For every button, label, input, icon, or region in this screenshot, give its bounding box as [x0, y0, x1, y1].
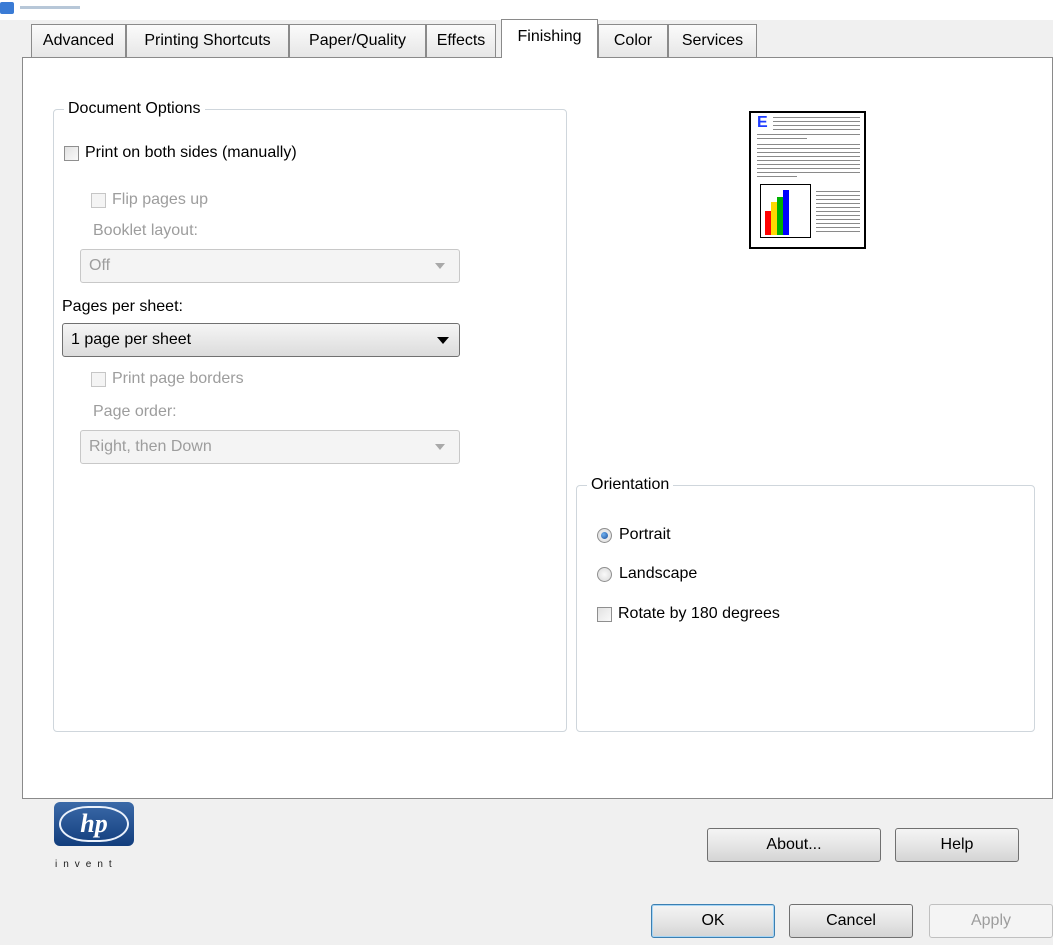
tab-advanced[interactable]: Advanced [31, 24, 126, 57]
preview-chart [760, 184, 811, 238]
flip-pages-up-label: Flip pages up [112, 191, 209, 208]
document-options-title: Document Options [64, 99, 205, 119]
title-text-fragment [20, 6, 80, 9]
pages-per-sheet-dropdown[interactable]: 1 page per sheet [62, 323, 460, 357]
tab-finishing[interactable]: Finishing [501, 19, 598, 58]
landscape-radio[interactable]: Landscape [597, 564, 697, 584]
preview-bar-blue [783, 190, 789, 235]
pages-per-sheet-value: 1 page per sheet [71, 331, 192, 348]
tab-effects[interactable]: Effects [426, 24, 496, 57]
print-page-borders-label: Print page borders [112, 370, 244, 387]
landscape-label: Landscape [619, 565, 698, 582]
landscape-radio-button[interactable] [597, 566, 612, 582]
print-page-borders-checkbox[interactable]: Print page borders [91, 369, 244, 389]
title-bar [0, 0, 1053, 20]
print-page-borders-box[interactable] [91, 371, 106, 387]
document-preview-image: E [749, 111, 866, 249]
chevron-down-icon [437, 337, 449, 344]
finishing-tab-panel: Document Options Print on both sides (ma… [22, 57, 1053, 870]
print-both-sides-label: Print on both sides (manually) [85, 144, 297, 161]
rotate-180-label: Rotate by 180 degrees [618, 605, 780, 622]
print-both-sides-box[interactable] [64, 145, 79, 161]
portrait-radio[interactable]: Portrait [597, 525, 671, 545]
apply-button[interactable]: Apply [929, 904, 1053, 938]
print-both-sides-checkbox[interactable]: Print on both sides (manually) [64, 143, 297, 163]
preview-letter: E [757, 114, 768, 131]
page-order-value: Right, then Down [89, 438, 212, 455]
hp-logo-text: hp [80, 809, 108, 838]
tab-color[interactable]: Color [598, 24, 668, 57]
tab-services[interactable]: Services [668, 24, 757, 57]
booklet-layout-label: Booklet layout: [93, 222, 198, 239]
orientation-title: Orientation [587, 475, 674, 495]
portrait-radio-button[interactable] [597, 527, 612, 543]
ok-button[interactable]: OK [651, 904, 775, 938]
flip-pages-up-checkbox[interactable]: Flip pages up [91, 190, 208, 210]
pages-per-sheet-label: Pages per sheet: [62, 298, 183, 315]
portrait-label: Portrait [619, 526, 671, 543]
flip-pages-up-box[interactable] [91, 192, 106, 208]
chevron-down-icon [435, 263, 445, 269]
rotate-180-checkbox[interactable]: Rotate by 180 degrees [597, 604, 780, 624]
booklet-layout-value: Off [89, 257, 111, 274]
tab-printing-shortcuts[interactable]: Printing Shortcuts [126, 24, 289, 57]
rotate-180-box[interactable] [597, 606, 612, 622]
hp-invent-tagline: invent [55, 859, 118, 870]
page-order-label: Page order: [93, 403, 177, 420]
chevron-down-icon [435, 444, 445, 450]
tab-paper-quality[interactable]: Paper/Quality [289, 24, 426, 57]
about-button[interactable]: About... [707, 828, 881, 862]
booklet-layout-dropdown[interactable]: Off [80, 249, 460, 283]
printer-app-icon [0, 2, 14, 14]
hp-logo: hp invent [54, 802, 134, 882]
help-button[interactable]: Help [895, 828, 1019, 862]
page-order-dropdown[interactable]: Right, then Down [80, 430, 460, 464]
cancel-button[interactable]: Cancel [789, 904, 913, 938]
